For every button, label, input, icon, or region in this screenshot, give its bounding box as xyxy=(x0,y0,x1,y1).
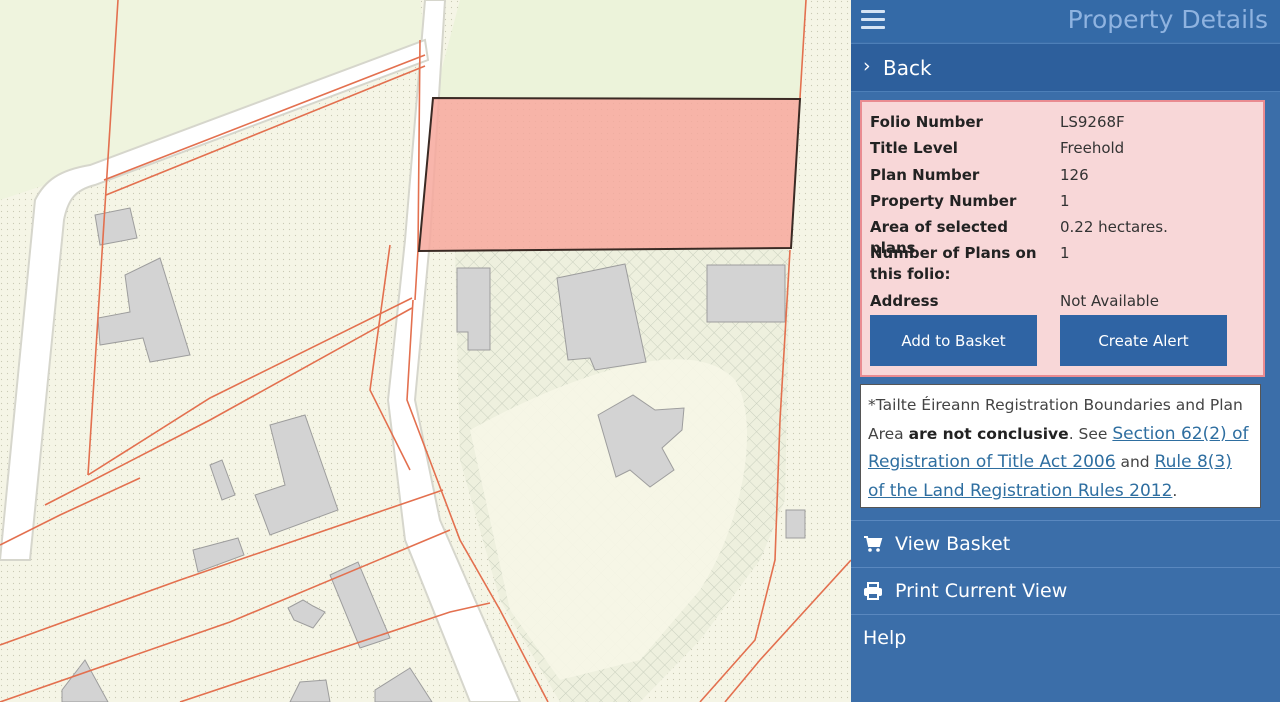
back-label: Back xyxy=(883,56,932,80)
detail-label: Number of Plans on this folio: xyxy=(870,244,1037,283)
create-alert-button[interactable]: Create Alert xyxy=(1060,315,1227,366)
view-basket-label: View Basket xyxy=(895,533,1011,555)
disclaimer-notice: *Tailte Éireann Registration Boundaries … xyxy=(860,384,1261,508)
notice-text: and xyxy=(1115,453,1155,471)
print-view-label: Print Current View xyxy=(895,580,1068,602)
detail-value: 0.22 hectares. xyxy=(1060,218,1168,236)
selected-plot[interactable] xyxy=(417,96,802,253)
detail-value: 126 xyxy=(1060,166,1089,184)
help-label: Help xyxy=(863,627,907,649)
add-to-basket-button[interactable]: Add to Basket xyxy=(870,315,1037,366)
notice-text: . See xyxy=(1068,424,1113,443)
map-view[interactable] xyxy=(0,0,851,702)
view-basket-button[interactable]: View Basket xyxy=(851,520,1280,567)
property-details-panel: Property Details › Back Folio Number LS9… xyxy=(851,0,1280,702)
notice-bold-text: are not conclusive xyxy=(908,424,1069,443)
help-button[interactable]: Help xyxy=(851,614,1280,661)
detail-value: Freehold xyxy=(1060,139,1125,157)
print-current-view-button[interactable]: Print Current View xyxy=(851,567,1280,614)
cart-icon xyxy=(864,536,883,552)
detail-value: LS9268F xyxy=(1060,113,1125,131)
detail-label: Address xyxy=(870,292,939,310)
notice-text: . xyxy=(1172,481,1178,500)
chevron-right-icon: › xyxy=(863,55,871,77)
detail-label: Plan Number xyxy=(870,166,980,184)
green-field xyxy=(434,0,806,98)
detail-label: Property Number xyxy=(870,192,1017,210)
detail-label: Title Level xyxy=(870,139,958,157)
property-details-box: Folio Number LS9268F Title Level Freehol… xyxy=(860,100,1265,377)
detail-value: 1 xyxy=(1060,244,1070,262)
detail-value: Not Available xyxy=(1060,292,1159,310)
panel-header: Property Details xyxy=(851,0,1280,42)
detail-value: 1 xyxy=(1060,192,1070,210)
map-canvas[interactable] xyxy=(0,0,851,702)
detail-label: Folio Number xyxy=(870,113,983,131)
back-button[interactable]: › Back xyxy=(851,43,1280,92)
hamburger-menu-icon[interactable] xyxy=(861,10,885,30)
panel-title: Property Details xyxy=(1067,5,1268,34)
printer-icon xyxy=(864,582,882,600)
